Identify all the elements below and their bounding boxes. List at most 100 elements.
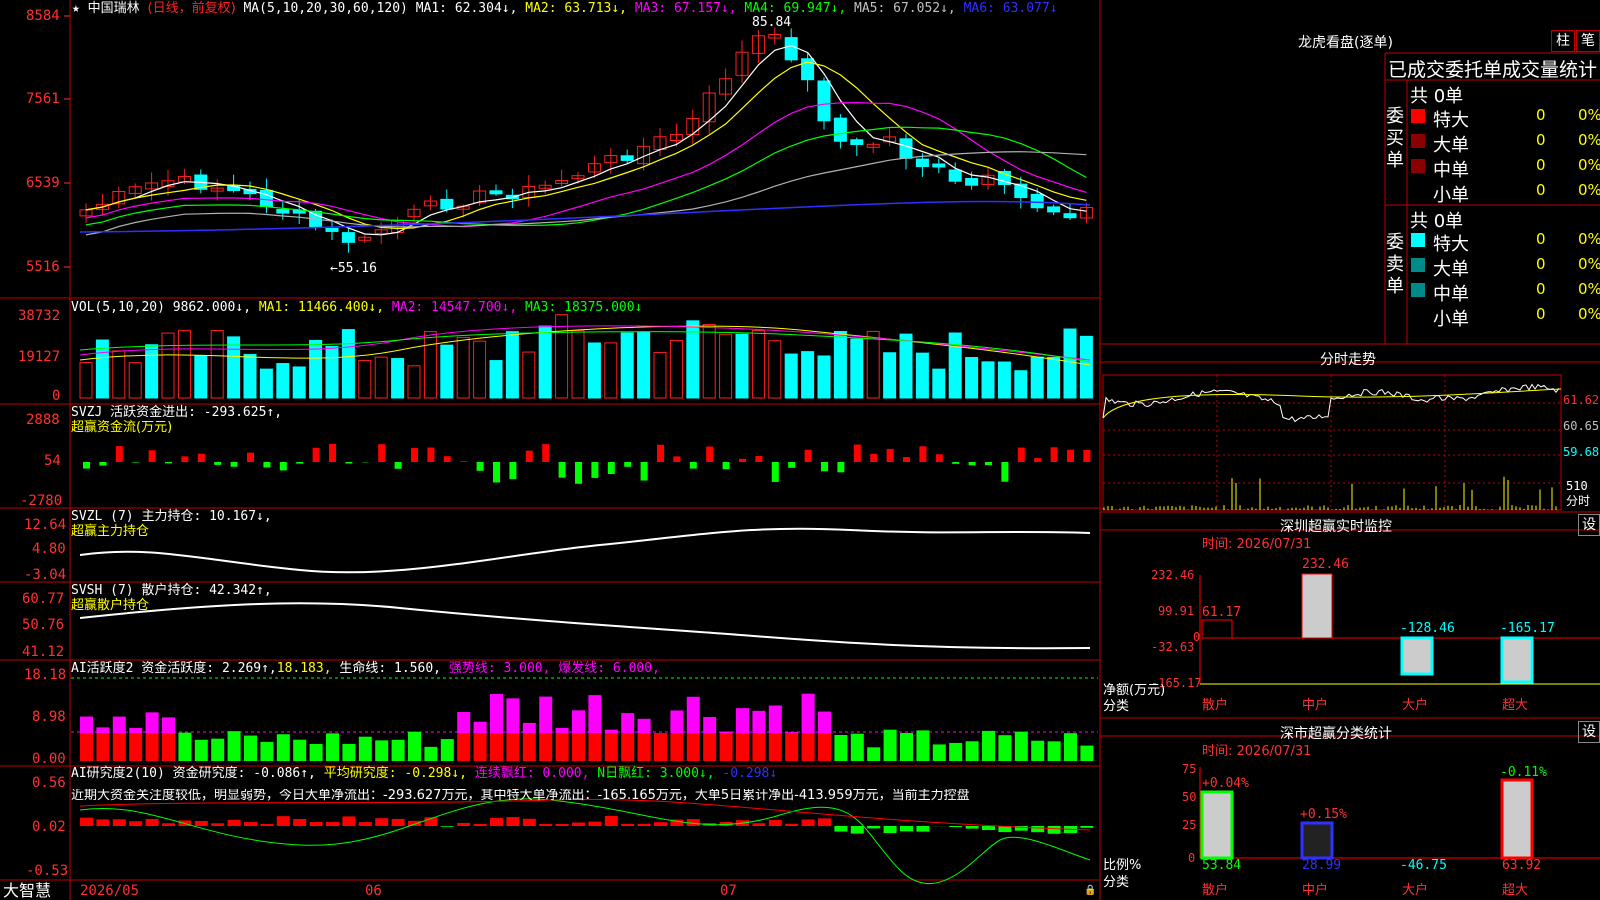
volume-bar [489,360,503,399]
fund-flow-bar [640,462,648,481]
sz-bar-medium [1301,573,1333,639]
period-label[interactable]: (日线，前复权) [148,1,236,16]
svsh-subtitle: 超赢散户持仓 [71,598,150,613]
svsh-axis-bottom: 41.12 [22,644,65,660]
activity-bar [145,733,159,761]
fund-flow-bar [542,444,550,462]
vol-ma2: MA2: 14547.700↓, [391,300,518,315]
research-bar [900,826,913,832]
volume-bar [161,332,175,399]
fund-flow-bar [886,448,894,462]
fund-flow-bar [279,462,287,471]
fund-flow-bar [755,455,763,462]
fund-flow-bar [427,447,435,462]
research-bar [358,822,372,826]
activity-bar-top [522,722,536,733]
activity-bar [276,734,290,761]
activity-bar-top [96,727,110,733]
research-bar [818,818,831,826]
svzj-subtitle: 超赢资金流(万元) [71,420,173,435]
svzj-axis-top: 2888 [26,412,60,428]
research-bar [211,823,225,826]
fund-flow-bar [525,450,533,462]
sm-axis-4: 0 [1188,851,1196,865]
date-label-may: 2026/05 [80,883,140,899]
research-bar [1047,826,1061,834]
activity-bar [621,733,635,761]
research-bar [96,819,110,826]
fund-flow-bar [411,447,418,462]
volume-bar [374,356,388,399]
fund-flow-bar [1050,447,1058,462]
svzl-header: SVZL (7) 主力持仓: 10.167↓, [71,509,272,524]
activity-bar [703,733,717,761]
activity-bar [506,733,520,761]
fund-flow-bar [706,446,714,462]
activity-bar [916,730,930,761]
research-bar [555,823,569,826]
sm-cat-2: 大户 [1402,883,1429,898]
research-bar [391,818,405,826]
fund-flow-bar [837,462,845,473]
sm-settings-button[interactable]: 设 [1578,721,1600,743]
activity-bar [850,733,864,761]
order-stats-subtitle: 已成交委托单成交量统计 [1388,59,1598,81]
candle-body [833,117,847,142]
activity-bar [900,733,913,761]
volume-bar [1014,370,1028,399]
sm-time: 时间: 2026/07/31 [1202,744,1312,759]
activity-bar [768,733,782,761]
stock-name[interactable]: 中国瑞林 [88,1,140,16]
activity-bar-top [768,705,782,733]
date-label-jun: 06 [365,883,382,899]
sm-pct-1: +0.15% [1300,807,1347,822]
volume-bar [719,333,733,399]
candle-body [1047,206,1061,213]
sm-unit: 比例% [1103,858,1142,873]
activity-bar [965,741,979,761]
activity-bar-top [457,712,471,733]
sm-value-1: 28.99 [1302,858,1342,873]
fund-flow-bar [476,462,484,471]
research-bar [145,818,159,826]
svsh-axis-mid: 50.76 [22,617,65,633]
order-v: 0 [1536,181,1546,199]
sell-orders-label: 委卖单 [1386,232,1404,297]
fund-flow-bar [821,462,828,472]
price-axis-bottom: 5516 [26,259,60,275]
volume-bar [932,368,946,399]
brand-logo[interactable]: 大智慧 [3,882,51,900]
candle-body [1063,213,1077,219]
activity-bar [80,733,93,761]
volume-bar [341,329,355,399]
bar-mode-button[interactable]: 柱 [1551,30,1575,52]
research-bar [408,820,421,826]
volume-bar [259,368,273,399]
tick-mode-button[interactable]: 笔 [1576,30,1600,52]
vol-ma1: MA1: 11466.400↓, [258,300,385,315]
vol-ma3: MA3: 18375.000↓ [524,300,643,315]
sz-settings-button[interactable]: 设 [1578,514,1600,536]
research-bar [326,822,339,826]
volume-bar [571,330,585,399]
sz-bar-large [1400,636,1434,676]
fund-flow-bar [575,462,582,484]
activity-bar [178,732,192,761]
research-bar [572,822,585,826]
activity-bar [326,733,339,761]
lock-icon[interactable]: 🔒 [1084,884,1096,898]
volume-bar [637,331,651,399]
activity-bar [539,733,553,761]
fund-flow-bar [853,444,861,462]
activity-bar [358,736,372,761]
intraday-title[interactable]: 分时走势 [1320,349,1376,369]
fund-flow-bar [345,462,353,464]
fund-flow-bar [148,450,156,462]
activity-bar [588,733,602,761]
ai1-axis-top: 18.18 [24,667,67,683]
volume-bar [833,330,847,399]
intraday-axis-mid: 60.65 [1563,419,1600,433]
sm-stats-title: 深市超赢分类统计 [1280,726,1392,742]
svzl-axis-bottom: -3.04 [24,567,67,583]
volume-bar [997,361,1011,399]
